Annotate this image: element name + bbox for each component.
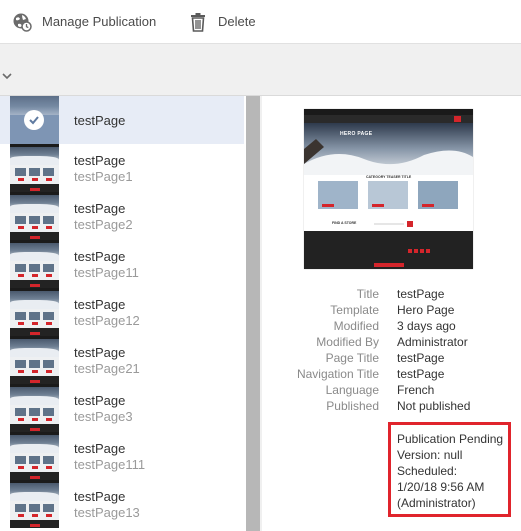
list-item-name: testPage13: [74, 505, 140, 520]
preview-teaser-title: CATEGORY TEASER TITLE: [366, 175, 412, 179]
meta-label-published: Published: [326, 399, 379, 413]
meta-label-language: Language: [325, 383, 379, 397]
list-item-title: testPage: [74, 489, 126, 504]
meta-value-page-title: testPage: [397, 351, 445, 365]
meta-value-language: French: [397, 383, 435, 397]
delete-label: Delete: [218, 14, 256, 29]
pending-version: Version: null: [397, 448, 463, 462]
list-item[interactable]: testPage testPage21: [0, 336, 244, 384]
manage-publication-button[interactable]: Manage Publication: [12, 0, 156, 44]
page-thumbnail: [10, 240, 59, 288]
page-thumbnail: [10, 192, 59, 240]
action-toolbar: Manage Publication Delete: [0, 0, 521, 44]
meta-label-modified-by: Modified By: [316, 335, 379, 349]
list-scrollbar-thumb[interactable]: [246, 96, 260, 531]
checkmark-icon: [24, 110, 44, 130]
list-item-name: testPage12: [74, 313, 140, 328]
list-item-title: testPage: [74, 249, 126, 264]
list-item[interactable]: testPage testPage3: [0, 384, 244, 432]
page-thumbnail: [10, 336, 59, 384]
meta-value-template: Hero Page: [397, 303, 455, 317]
publication-pending-box: Publication Pending Version: null Schedu…: [388, 422, 511, 517]
list-item[interactable]: testPage testPage2: [0, 192, 244, 240]
list-item-title: testPage: [74, 113, 126, 128]
list-item-title: testPage: [74, 441, 126, 456]
meta-value-published: Not published: [397, 399, 471, 413]
list-item-title: testPage: [74, 393, 126, 408]
page-thumbnail: [10, 384, 59, 432]
manage-publication-label: Manage Publication: [42, 14, 157, 29]
preview-hero-title: HERO PAGE: [340, 131, 373, 137]
list-item-title: testPage: [74, 345, 126, 360]
globe-clock-icon: [12, 12, 32, 32]
list-item-title: testPage: [74, 153, 126, 168]
meta-label-page-title: Page Title: [325, 351, 379, 365]
meta-label-template: Template: [330, 303, 379, 317]
delete-button[interactable]: Delete: [188, 0, 256, 44]
list-item[interactable]: testPage testPage111: [0, 432, 244, 480]
list-item[interactable]: testPage testPage1: [0, 144, 244, 192]
list-item-name: testPage2: [74, 217, 133, 232]
list-item-name: testPage11: [74, 265, 139, 280]
meta-label-title: Title: [356, 287, 379, 301]
chevron-down-icon[interactable]: [1, 68, 13, 80]
meta-label-navigation-title: Navigation Title: [296, 367, 379, 381]
meta-value-navigation-title: testPage: [397, 367, 445, 381]
pending-scheduled-date: 1/20/18 9:56 AM: [397, 480, 485, 494]
meta-value-modified: 3 days ago: [397, 319, 456, 333]
list-item[interactable]: testPage testPage13: [0, 480, 244, 528]
list-item-name: testPage1: [74, 169, 133, 184]
list-item-name: testPage3: [74, 409, 133, 424]
meta-label-modified: Modified: [333, 319, 379, 333]
page-thumbnail: [10, 432, 59, 480]
page-preview: HERO PAGE CATEGORY TEASER TITLE FIND A S…: [304, 109, 473, 269]
list-item[interactable]: testPage testPage12: [0, 288, 244, 336]
page-list: testPage testPage testPage1 testPage tes…: [0, 96, 246, 531]
list-item-name: testPage111: [74, 457, 146, 472]
page-thumbnail: [10, 96, 59, 144]
list-item[interactable]: testPage: [0, 96, 244, 144]
list-item[interactable]: testPage testPage11: [0, 240, 244, 288]
pending-user: (Administrator): [397, 496, 476, 510]
meta-value-modified-by: Administrator: [397, 335, 468, 349]
page-thumbnail: [10, 480, 59, 528]
preview-find-store: FIND A STORE: [332, 221, 357, 225]
list-item-name: testPage21: [74, 361, 140, 376]
pending-status: Publication Pending: [397, 432, 504, 446]
view-options-bar: [0, 44, 521, 96]
page-thumbnail: [10, 288, 59, 336]
page-thumbnail: [10, 144, 59, 192]
pending-scheduled-label: Scheduled:: [397, 464, 458, 478]
meta-value-title: testPage: [397, 287, 445, 301]
list-item-title: testPage: [74, 297, 126, 312]
trash-icon: [188, 12, 208, 32]
list-item-title: testPage: [74, 201, 126, 216]
